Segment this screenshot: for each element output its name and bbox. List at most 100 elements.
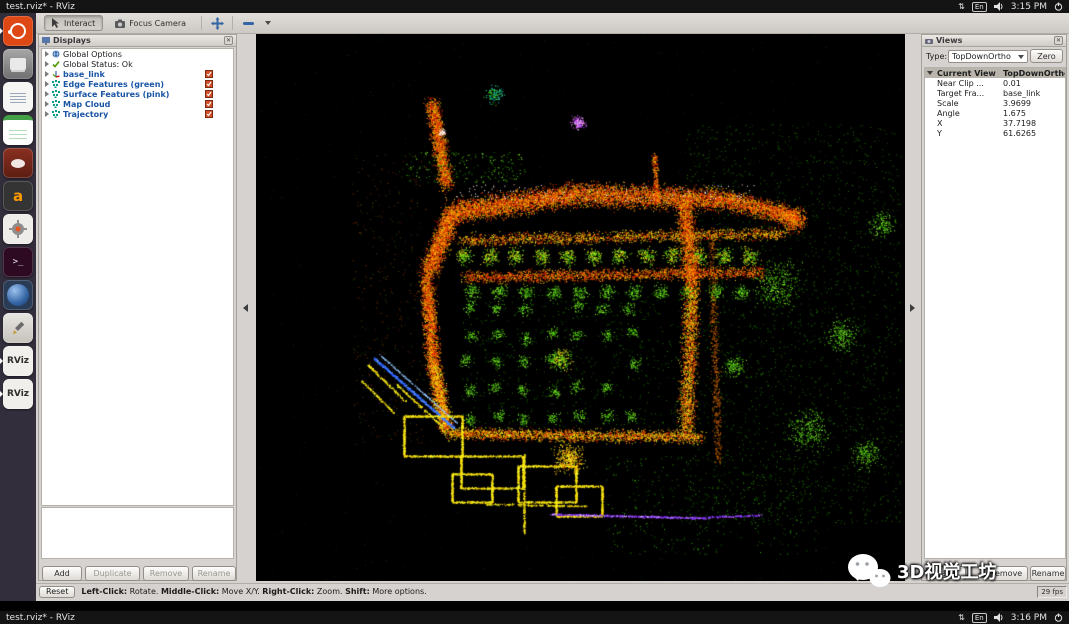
- reset-button[interactable]: Reset: [39, 586, 75, 598]
- measure-line-icon: [243, 22, 254, 25]
- unity-launcher: a >_ RViz RViz: [0, 13, 36, 601]
- expand-arrow-icon[interactable]: [45, 111, 49, 117]
- displays-panel: Displays ✕ Global Options Global Status:…: [38, 34, 237, 581]
- close-icon[interactable]: ✕: [1054, 36, 1063, 45]
- views-panel-header[interactable]: Views ✕: [922, 35, 1066, 47]
- expand-arrow-icon[interactable]: [45, 91, 49, 97]
- clock[interactable]: 3:15 PM: [1011, 2, 1047, 12]
- view-type-row: Type: TopDownOrtho Zero: [922, 49, 1066, 65]
- globe-sphere-icon: [7, 284, 29, 306]
- display-row-trajectory[interactable]: Trajectory: [42, 109, 233, 119]
- property-value[interactable]: 37.7198: [1003, 119, 1036, 128]
- remove-display-button[interactable]: Remove: [143, 566, 189, 581]
- rviz-toolbar: Interact Focus Camera: [36, 13, 1069, 34]
- collapse-arrow-icon[interactable]: [927, 71, 933, 75]
- displays-panel-icon: [42, 37, 50, 45]
- property-row-current-view[interactable]: Current View TopDownOrtho ...: [925, 68, 1065, 78]
- text-editor-icon[interactable]: [3, 82, 33, 112]
- display-row-map-cloud[interactable]: Map Cloud: [42, 99, 233, 109]
- property-value[interactable]: 61.6265: [1003, 129, 1036, 138]
- watermark-text: 3D视觉工坊: [897, 558, 996, 584]
- rename-view-button[interactable]: Rename: [1030, 566, 1066, 581]
- property-value[interactable]: 3.9699: [1003, 99, 1031, 108]
- expand-arrow-icon[interactable]: [45, 101, 49, 107]
- display-enabled-checkbox[interactable]: [205, 90, 213, 98]
- add-display-button[interactable]: Add: [42, 566, 82, 581]
- view-type-combo[interactable]: TopDownOrtho: [948, 50, 1028, 63]
- expand-arrow-icon[interactable]: [45, 81, 49, 87]
- amazon-letter: a: [13, 187, 23, 205]
- display-enabled-checkbox[interactable]: [205, 110, 213, 118]
- display-enabled-checkbox[interactable]: [205, 80, 213, 88]
- interact-tool-button[interactable]: Interact: [44, 15, 103, 31]
- terminal-icon[interactable]: >_: [3, 247, 33, 277]
- display-row-surface-features[interactable]: Surface Features (pink): [42, 89, 233, 99]
- power-icon[interactable]: [1054, 2, 1063, 11]
- language-indicator[interactable]: En: [972, 613, 987, 623]
- property-row-angle[interactable]: Angle 1.675: [925, 108, 1065, 118]
- right-splitter-handle[interactable]: [908, 301, 916, 315]
- check-icon: [52, 60, 60, 68]
- close-icon[interactable]: ✕: [224, 36, 233, 45]
- display-row-global-options[interactable]: Global Options: [42, 49, 233, 59]
- measure-tool-icon[interactable]: [240, 15, 256, 31]
- files-icon[interactable]: [3, 49, 33, 79]
- mouse-hints: Left-Click: Rotate. Middle-Click: Move X…: [81, 587, 426, 596]
- cursor-icon: [52, 18, 60, 28]
- zero-button[interactable]: Zero: [1030, 49, 1063, 63]
- rviz-launcher-icon-1[interactable]: RViz: [3, 346, 33, 376]
- views-panel-title: Views: [936, 36, 962, 45]
- ubuntu-logo-icon: [10, 23, 26, 39]
- property-row-y[interactable]: Y 61.6265: [925, 128, 1065, 138]
- property-row-near-clip[interactable]: Near Clip ... 0.01: [925, 78, 1065, 88]
- add-tool-dropdown[interactable]: [260, 15, 276, 31]
- rviz-window: Interact Focus Camera Displays ✕ Global …: [36, 13, 1069, 601]
- clock[interactable]: 3:16 PM: [1011, 613, 1047, 623]
- move-camera-tool-icon[interactable]: [209, 15, 225, 31]
- expand-arrow-icon[interactable]: [45, 71, 49, 77]
- spreadsheet-icon[interactable]: [3, 115, 33, 145]
- pointcloud-icon: [52, 90, 60, 98]
- duplicate-display-button[interactable]: Duplicate: [85, 566, 140, 581]
- toolbar-separator: [232, 16, 233, 30]
- display-row-base-link[interactable]: base_link: [42, 69, 233, 79]
- display-row-label: Trajectory: [63, 110, 108, 119]
- property-value[interactable]: 0.01: [1003, 79, 1021, 88]
- dash-home-icon[interactable]: [3, 16, 33, 46]
- focus-camera-tool-button[interactable]: Focus Camera: [107, 15, 194, 31]
- window-title: test.rviz* - RViz: [6, 2, 75, 12]
- property-name: Near Clip ...: [937, 79, 984, 88]
- property-value[interactable]: 1.675: [1003, 109, 1026, 118]
- focus-camera-label: Focus Camera: [129, 19, 186, 28]
- display-row-edge-features[interactable]: Edge Features (green): [42, 79, 233, 89]
- property-row-target-frame[interactable]: Target Fra... base_link: [925, 88, 1065, 98]
- collapse-left-icon: [243, 304, 248, 312]
- left-splitter-handle[interactable]: [241, 301, 249, 315]
- property-value[interactable]: base_link: [1003, 89, 1040, 98]
- browser-icon[interactable]: [3, 280, 33, 310]
- display-enabled-checkbox[interactable]: [205, 70, 213, 78]
- displays-panel-header[interactable]: Displays ✕: [39, 35, 236, 47]
- power-icon[interactable]: [1054, 613, 1063, 622]
- presentation-icon[interactable]: [3, 148, 33, 178]
- 3d-viewport[interactable]: [256, 34, 905, 581]
- keyboard-layout-icon[interactable]: ⇅: [958, 613, 965, 622]
- keyboard-layout-icon[interactable]: ⇅: [958, 2, 965, 11]
- software-center-icon[interactable]: [3, 214, 33, 244]
- rename-display-button[interactable]: Rename: [192, 566, 236, 581]
- display-enabled-checkbox[interactable]: [205, 100, 213, 108]
- language-indicator[interactable]: En: [972, 2, 987, 12]
- rviz-launcher-icon-2[interactable]: RViz: [3, 379, 33, 409]
- volume-icon[interactable]: [994, 2, 1004, 11]
- amazon-icon[interactable]: a: [3, 181, 33, 211]
- expand-arrow-icon[interactable]: [45, 61, 49, 67]
- display-row-global-status[interactable]: Global Status: Ok: [42, 59, 233, 69]
- system-tray: ⇅ En 3:16 PM: [958, 613, 1063, 623]
- display-row-label: Map Cloud: [63, 100, 110, 109]
- volume-icon[interactable]: [994, 613, 1004, 622]
- notes-icon[interactable]: [3, 313, 33, 343]
- expand-arrow-icon[interactable]: [45, 51, 49, 57]
- property-row-scale[interactable]: Scale 3.9699: [925, 98, 1065, 108]
- property-row-x[interactable]: X 37.7198: [925, 118, 1065, 128]
- pointcloud-canvas[interactable]: [256, 34, 905, 581]
